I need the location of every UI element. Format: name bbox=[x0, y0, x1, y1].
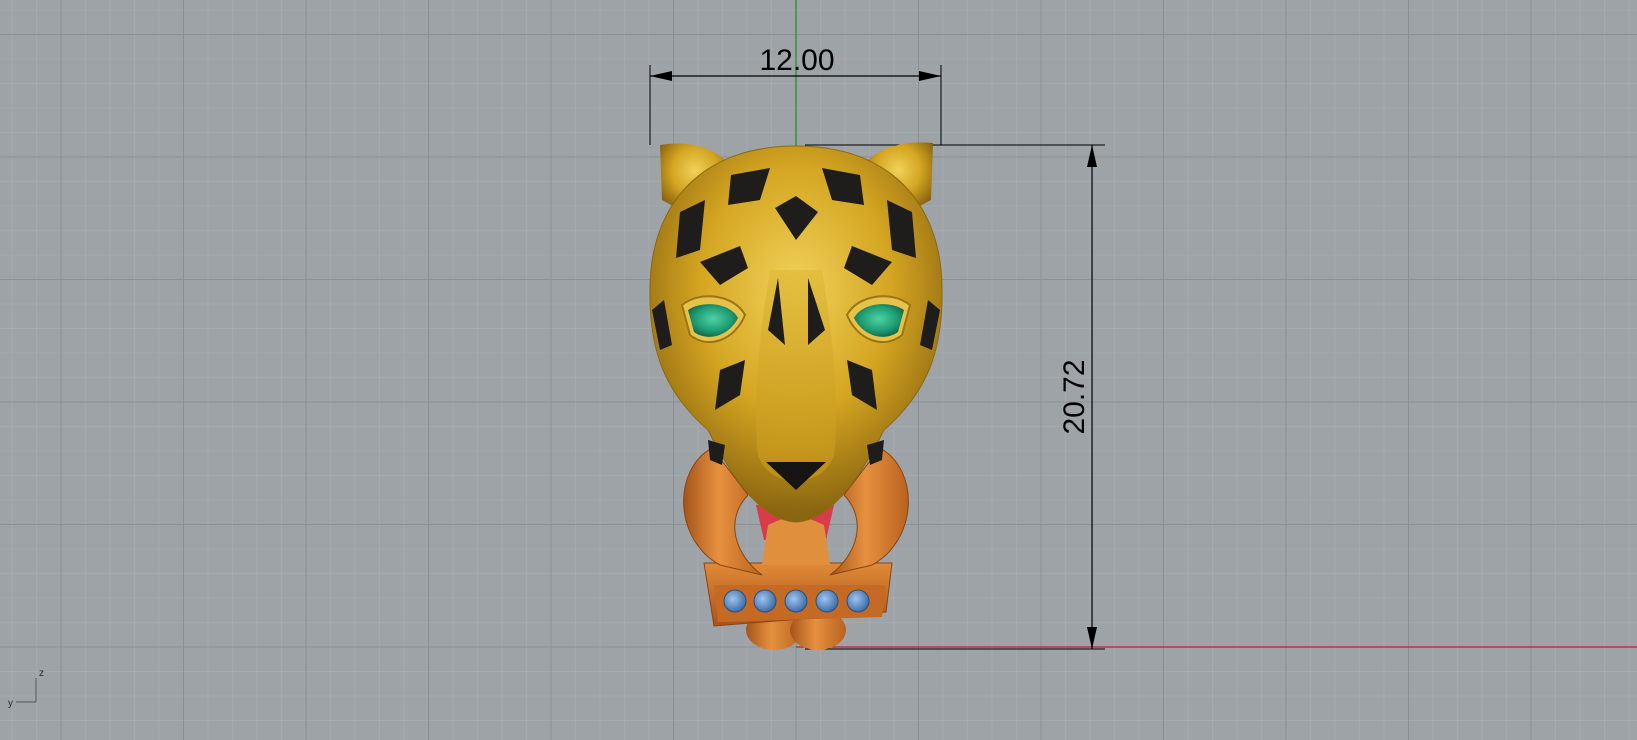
axis-gizmo: z y bbox=[8, 668, 44, 709]
gizmo-z-label: z bbox=[39, 668, 44, 679]
viewport-front[interactable]: 12.00 20.72 z y bbox=[0, 0, 1637, 740]
blue-gem bbox=[815, 589, 839, 613]
height-dimension-label[interactable]: 20.72 bbox=[1058, 359, 1091, 434]
center-copper-piece bbox=[762, 517, 830, 565]
blue-gem bbox=[784, 589, 808, 613]
blue-gem bbox=[723, 589, 747, 613]
blue-gem bbox=[753, 589, 777, 613]
muzzle bbox=[755, 270, 837, 482]
width-dimension-label[interactable]: 12.00 bbox=[759, 44, 834, 77]
viewport-canvas[interactable]: 12.00 20.72 z y bbox=[0, 0, 1637, 740]
blue-gem bbox=[846, 589, 870, 613]
gizmo-y-label: y bbox=[8, 698, 13, 709]
